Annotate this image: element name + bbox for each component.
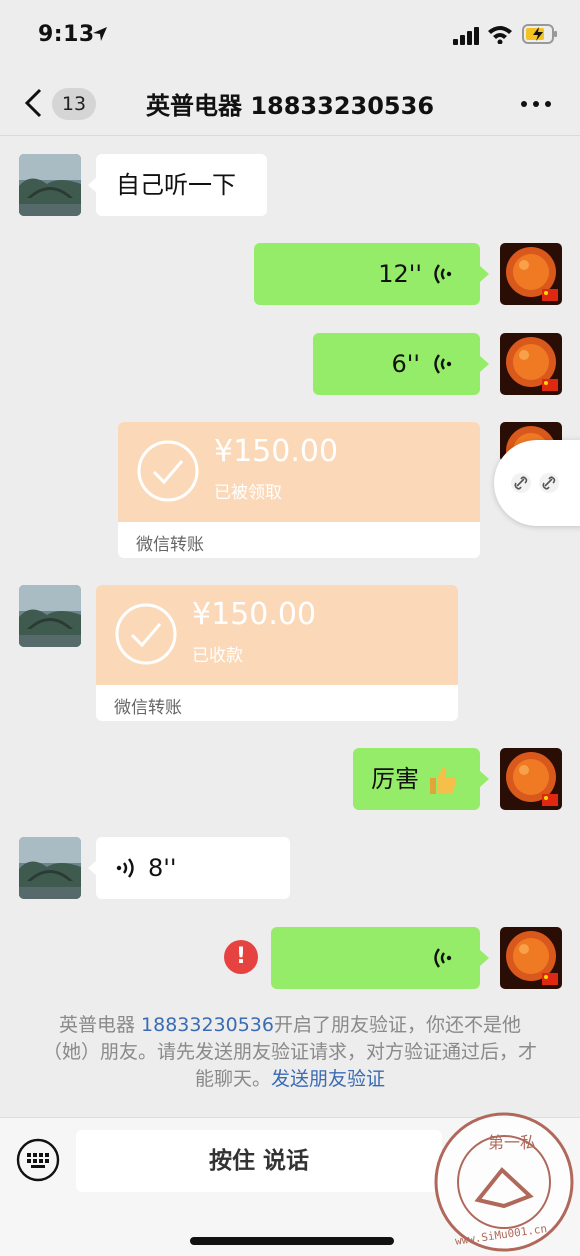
home-indicator (190, 1237, 394, 1245)
voice-icon (434, 948, 452, 968)
system-notice: 英普电器 18833230536开启了朋友验证，你还不是他（她）朋友。请先发送朋… (40, 1012, 540, 1093)
error-icon[interactable]: ! (224, 940, 258, 974)
transfer-footer: 微信转账 (136, 535, 204, 555)
my-avatar[interactable] (500, 333, 562, 395)
landscape-avatar-icon (19, 585, 81, 647)
voice-message[interactable]: 12'' (254, 243, 480, 305)
landscape-avatar-icon (19, 837, 81, 899)
my-avatar[interactable] (500, 243, 562, 305)
voice-icon (434, 354, 452, 374)
chat-title: 英普电器 18833230536 (145, 92, 435, 120)
link-icon[interactable] (510, 472, 532, 494)
sun-avatar-icon (500, 927, 562, 989)
voice-message[interactable]: 8'' (96, 837, 290, 899)
landscape-avatar-icon (19, 154, 81, 216)
transfer-card[interactable]: ¥150.00 已被领取 微信转账 (118, 422, 480, 558)
voice-icon (434, 264, 452, 284)
watermark-stamp: 第一私 www.SiMu001.cn (434, 1112, 574, 1252)
status-time: 9:13 (38, 22, 95, 47)
check-icon (137, 440, 199, 502)
voice-message[interactable]: 6'' (313, 333, 480, 395)
voice-duration: 6'' (391, 350, 420, 378)
transfer-amount: ¥150.00 (214, 434, 339, 469)
bubble-tail (480, 356, 489, 372)
signal-icon (453, 27, 479, 45)
keyboard-icon[interactable] (16, 1138, 60, 1182)
sun-avatar-icon (500, 333, 562, 395)
watermark-text: 第一私 (488, 1133, 536, 1152)
wifi-icon (488, 26, 512, 44)
voice-icon (116, 858, 134, 878)
sun-avatar-icon (500, 748, 562, 810)
friend-avatar[interactable] (19, 154, 81, 216)
location-arrow-icon (93, 27, 107, 41)
nav-bar: 13 英普电器 18833230536 (0, 70, 580, 136)
bubble-tail (480, 266, 489, 282)
transfer-status: 已被领取 (214, 483, 282, 503)
text-message[interactable]: 自己听一下 (96, 154, 267, 216)
voice-duration: 8'' (148, 854, 177, 882)
more-icon[interactable] (520, 100, 552, 108)
friend-avatar[interactable] (19, 585, 81, 647)
voice-message[interactable] (271, 927, 480, 989)
my-avatar[interactable] (500, 927, 562, 989)
unread-badge[interactable]: 13 (52, 88, 96, 120)
message-text: 自己听一下 (116, 171, 236, 199)
back-icon[interactable] (22, 88, 44, 118)
transfer-card[interactable]: ¥150.00 已收款 微信转账 (96, 585, 458, 721)
bubble-tail (480, 950, 489, 966)
text-message[interactable]: 厉害 (353, 748, 480, 810)
notice-phone-link[interactable]: 18833230536 (141, 1014, 274, 1036)
send-verification-link[interactable]: 发送朋友验证 (271, 1068, 385, 1090)
battery-icon (522, 24, 557, 44)
transfer-status: 已收款 (192, 646, 243, 666)
message-text: 厉害 (371, 765, 419, 793)
thumbs-up-icon (430, 767, 457, 794)
friend-avatar[interactable] (19, 837, 81, 899)
transfer-amount: ¥150.00 (192, 597, 317, 632)
floating-link-panel[interactable] (494, 440, 580, 526)
check-icon (115, 603, 177, 665)
transfer-footer: 微信转账 (114, 698, 182, 718)
notice-name: 英普电器 (58, 1014, 142, 1036)
voice-duration: 12'' (378, 260, 422, 288)
sun-avatar-icon (500, 243, 562, 305)
bubble-tail (480, 771, 489, 787)
status-bar: 9:13 (0, 0, 580, 70)
my-avatar[interactable] (500, 748, 562, 810)
press-to-talk-button[interactable]: 按住 说话 (76, 1130, 442, 1192)
link-icon[interactable] (538, 472, 560, 494)
